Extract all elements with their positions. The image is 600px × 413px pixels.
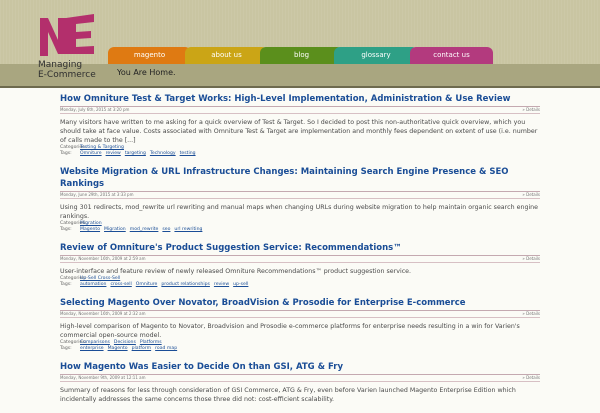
post-details-link[interactable]: » Details <box>522 375 540 381</box>
tag-link[interactable]: Magento <box>108 346 128 351</box>
post-date: Monday, July 6th, 2015 at 3:20 pm <box>60 107 130 112</box>
tag-link[interactable]: product relationships <box>161 282 210 287</box>
nav-tab-label: contact us <box>433 51 470 59</box>
nav-tab-label: magento <box>133 51 166 59</box>
tag-link[interactable]: Omniture <box>136 282 158 287</box>
post-excerpt: User-interface and feature review of new… <box>60 268 412 275</box>
post-excerpt: Using 301 redirects, mod_rewrite url rew… <box>60 204 539 220</box>
category-link[interactable]: Platforms <box>140 340 162 345</box>
blog-post: How Omniture Test & Target Works: High-L… <box>60 93 540 157</box>
category-link[interactable]: Migration <box>80 221 102 226</box>
post-details-link[interactable]: » Details <box>522 192 540 198</box>
post-meta: Monday, November 16th, 2009 at 2:32 am » … <box>60 310 540 318</box>
tag-link[interactable]: Omniture <box>80 151 102 156</box>
site-logo[interactable]: Managing E-Commerce <box>36 10 98 86</box>
breadcrumb: You Are Home. <box>117 68 176 77</box>
nav-tab-magento[interactable]: magento <box>108 47 191 64</box>
tag-link[interactable]: targeting <box>125 151 146 156</box>
post-details-link[interactable]: » Details <box>522 107 540 113</box>
category-link[interactable]: Testing & Targeting <box>80 145 124 150</box>
post-tags: Tags: Magento Migration mod_rewrite seo url r… <box>60 227 540 233</box>
tag-link[interactable]: seo <box>162 227 170 232</box>
tag-link[interactable]: mod_rewrite <box>130 227 159 232</box>
post-date: Monday, November 9th, 2009 at 12:11 am <box>60 375 146 380</box>
post-tags: Tags: automation cross-sell Omniture product… <box>60 282 540 288</box>
tag-link[interactable]: road map <box>155 346 177 351</box>
post-meta: Monday, November 16th, 2009 at 2:59 am » … <box>60 255 540 263</box>
post-excerpt: High-level comparison of Magento to Nova… <box>60 323 520 339</box>
tag-link[interactable]: url rewriting <box>174 227 202 232</box>
tag-link[interactable]: cross-sell <box>110 282 131 287</box>
post-meta: Monday, July 6th, 2015 at 3:20 pm » Detai… <box>60 106 540 114</box>
tag-link[interactable]: up-sell <box>233 282 248 287</box>
post-date: Monday, November 16th, 2009 at 2:32 am <box>60 311 146 316</box>
nav-tab-label: glossary <box>361 51 391 59</box>
tag-link[interactable]: review <box>214 282 229 287</box>
category-link[interactable]: Comparisons <box>80 340 110 345</box>
post-details-link[interactable]: » Details <box>522 311 540 317</box>
post-meta: Monday, June 29th, 2015 at 3:33 pm » Deta… <box>60 191 540 199</box>
tag-link[interactable]: review <box>106 151 121 156</box>
blog-post: Website Migration & URL Infrastructure C… <box>60 166 540 233</box>
tags-label: Tags: <box>60 227 72 232</box>
blog-post: Review of Omniture's Product Suggestion … <box>60 242 540 288</box>
post-meta: Monday, November 9th, 2009 at 12:11 am » … <box>60 374 540 382</box>
tag-link[interactable]: enterprise <box>80 346 104 351</box>
post-tags: Tags: Omniture review targeting Technology te… <box>60 151 540 157</box>
post-date: Monday, November 16th, 2009 at 2:59 am <box>60 256 146 261</box>
logo-line-1: Managing <box>38 60 83 70</box>
nav-tab-contact-us[interactable]: contact us <box>410 47 493 64</box>
logo-line-2: E-Commerce <box>38 70 96 80</box>
nav-tab-glossary[interactable]: glossary <box>334 47 418 64</box>
nav-tab-blog[interactable]: blog <box>260 47 343 64</box>
category-link[interactable]: Up-Sell Cross-Sell <box>80 276 120 281</box>
tag-link[interactable]: platform <box>132 346 152 351</box>
post-details-link[interactable]: » Details <box>522 256 540 262</box>
tag-link[interactable]: automation <box>80 282 106 287</box>
post-title-link[interactable]: How Magento Was Easier to Decide On than… <box>60 361 540 373</box>
tags-label: Tags: <box>60 151 72 156</box>
post-excerpt: Summary of reasons for less through cons… <box>60 387 516 403</box>
nav-tab-label: blog <box>293 51 310 59</box>
post-date: Monday, June 29th, 2015 at 3:33 pm <box>60 192 134 197</box>
tag-link[interactable]: testing <box>180 151 196 156</box>
category-link[interactable]: Decisions <box>114 340 136 345</box>
post-excerpt: Many visitors have written to me asking … <box>60 119 538 144</box>
nav-tab-label: about us <box>211 51 242 59</box>
post-title-link[interactable]: Website Migration & URL Infrastructure C… <box>60 166 540 190</box>
blog-post: How Magento Was Easier to Decide On than… <box>60 361 540 404</box>
post-list: How Omniture Test & Target Works: High-L… <box>60 93 540 413</box>
tag-link[interactable]: Technology <box>150 151 176 156</box>
post-title-link[interactable]: Selecting Magento Over Novator, BroadVis… <box>60 297 540 309</box>
post-title-link[interactable]: Review of Omniture's Product Suggestion … <box>60 242 540 254</box>
nav-tab-about-us[interactable]: about us <box>185 47 268 64</box>
post-title-link[interactable]: How Omniture Test & Target Works: High-L… <box>60 93 540 105</box>
logo-ne-mark <box>40 14 94 56</box>
tag-link[interactable]: Migration <box>104 227 126 232</box>
tags-label: Tags: <box>60 282 72 287</box>
logo-text: Managing E-Commerce <box>38 60 96 80</box>
blog-post: Selecting Magento Over Novator, BroadVis… <box>60 297 540 352</box>
tag-link[interactable]: Magento <box>80 227 100 232</box>
post-tags: Tags: enterprise Magento platform road map <box>60 346 540 352</box>
tags-label: Tags: <box>60 346 72 351</box>
